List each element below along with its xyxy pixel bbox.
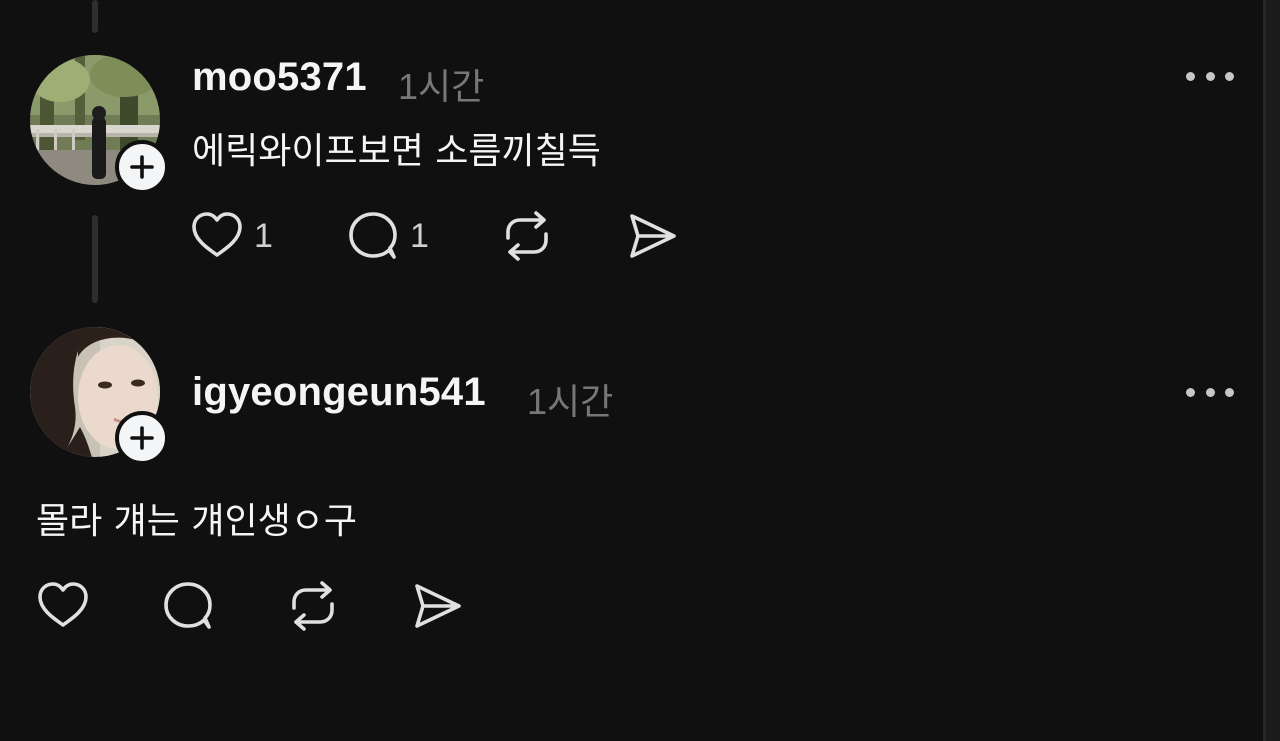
more-icon <box>1186 387 1195 397</box>
thread-connector-line <box>92 215 98 303</box>
heart-icon <box>192 212 242 257</box>
thread-connector-line <box>92 0 98 33</box>
more-icon <box>1186 71 1195 81</box>
scrollbar[interactable] <box>1263 0 1280 741</box>
post-timestamp: 1시간 <box>398 66 485 107</box>
heart-icon <box>38 582 88 627</box>
like-button[interactable]: 1 <box>190 210 273 262</box>
comment-icon <box>349 212 397 259</box>
post-text: 몰라 걔는 걔인생ㅇ구 <box>36 501 357 542</box>
share-button[interactable] <box>626 210 680 262</box>
post-timestamp: 1시간 <box>527 381 614 422</box>
follow-button[interactable] <box>115 411 169 465</box>
post-username[interactable]: igyeongeun541 <box>192 370 486 415</box>
reply-button[interactable] <box>161 580 215 632</box>
share-button[interactable] <box>411 580 465 632</box>
more-options-button[interactable] <box>1186 386 1234 398</box>
repost-icon <box>506 211 548 261</box>
plus-icon <box>130 155 154 179</box>
post-text: 에릭와이프보면 소름끼칠득 <box>192 131 601 172</box>
plus-icon <box>130 426 154 450</box>
post-username[interactable]: moo5371 <box>192 55 367 100</box>
reply-button[interactable]: 1 <box>346 210 429 262</box>
share-icon <box>630 214 676 258</box>
more-options-button[interactable] <box>1186 70 1234 82</box>
like-button[interactable] <box>36 580 90 632</box>
thread-view: moo5371 1시간 에릭와이프보면 소름끼칠득 1 1 igyeongeun… <box>0 0 1280 741</box>
repost-icon <box>292 581 334 631</box>
repost-button[interactable] <box>500 210 554 262</box>
follow-button[interactable] <box>115 140 169 194</box>
like-count: 1 <box>254 216 273 255</box>
repost-button[interactable] <box>286 580 340 632</box>
reply-count: 1 <box>410 216 429 255</box>
comment-icon <box>164 582 212 629</box>
share-icon <box>415 584 461 628</box>
